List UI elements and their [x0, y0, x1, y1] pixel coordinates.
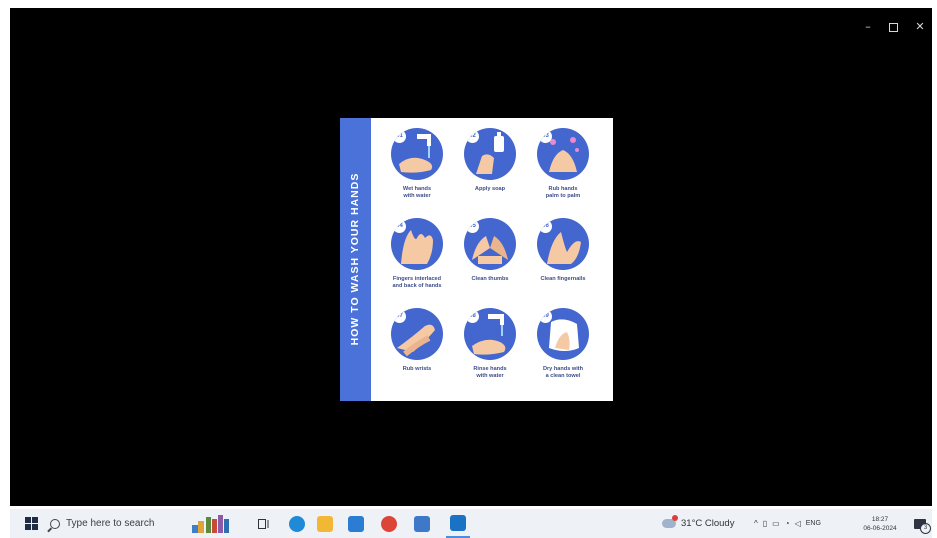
step-card-1: 01 Wet hands with water — [382, 128, 452, 214]
step-illustration: 04 — [391, 218, 443, 270]
step-card-4: 04 Fingers interlaced and back of hands — [382, 218, 452, 304]
step-caption: Rinse hands with water — [473, 366, 507, 379]
media-icon[interactable] — [446, 509, 470, 538]
start-button[interactable] — [20, 509, 42, 538]
step-card-8: 08 Rinse hands with water — [455, 308, 525, 394]
step-illustration: 09 — [537, 308, 589, 360]
network-icon[interactable]: ▯ — [763, 519, 767, 528]
step-number: 08 — [466, 310, 479, 323]
mail-icon[interactable] — [345, 509, 367, 538]
step-illustration: 06 — [537, 218, 589, 270]
language-indicator[interactable]: ENG — [806, 520, 821, 527]
notification-count: 3 — [920, 522, 931, 534]
desktop-screen: – ✕ HOW TO WASH YOUR HANDS 01 Wet hands … — [0, 0, 937, 538]
step-illustration: 05 — [464, 218, 516, 270]
step-number: 01 — [393, 130, 406, 143]
step-caption: Rub hands palm to palm — [545, 186, 581, 199]
task-view-icon[interactable] — [255, 509, 273, 538]
search-placeholder: Type here to search — [66, 518, 155, 529]
step-caption: Clean thumbs — [471, 276, 509, 282]
weather-widget[interactable]: 31°C Cloudy — [662, 509, 748, 538]
step-illustration: 07 — [391, 308, 443, 360]
file-explorer-icon[interactable] — [314, 509, 336, 538]
step-number: 03 — [539, 130, 552, 143]
notification-center-icon[interactable]: 3 — [910, 509, 931, 538]
system-tray: ^ ▯ ▭ ◔ ◁ ENG — [754, 509, 854, 538]
bookshelf-widget-icon[interactable] — [188, 509, 234, 538]
step-number: 07 — [393, 310, 406, 323]
step-illustration: 01 — [391, 128, 443, 180]
clock-date: 06-06-2024 — [863, 524, 897, 532]
chevron-up-icon[interactable]: ^ — [754, 519, 758, 528]
step-illustration: 03 — [537, 128, 589, 180]
cloudy-weather-icon — [662, 515, 678, 528]
step-card-6: 06 Clean fingernails — [528, 218, 598, 304]
step-number: 06 — [539, 220, 552, 233]
step-number: 05 — [466, 220, 479, 233]
taskbar-search-box[interactable]: Type here to search — [46, 509, 183, 538]
onedrive-icon[interactable]: ▭ — [772, 519, 780, 528]
maximize-icon[interactable] — [886, 20, 900, 34]
windows-logo-icon — [24, 517, 38, 530]
photos-icon[interactable] — [411, 509, 433, 538]
step-illustration: 08 — [464, 308, 516, 360]
step-caption: Wet hands with water — [402, 186, 432, 199]
clock-time: 18:27 — [871, 515, 889, 523]
minimize-icon[interactable]: – — [861, 20, 875, 34]
chrome-icon[interactable] — [378, 509, 400, 538]
step-caption: Apply soap — [474, 186, 506, 192]
step-card-5: 05 Clean thumbs — [455, 218, 525, 304]
search-icon — [50, 518, 60, 529]
step-caption: Rub wrists — [402, 366, 432, 372]
close-icon[interactable]: ✕ — [913, 20, 927, 34]
step-card-2: 02 Apply soap — [455, 128, 525, 214]
step-card-3: 03 Rub hands palm to palm — [528, 128, 598, 214]
step-number: 04 — [393, 220, 406, 233]
taskbar: Type here to search 31°C Cloudy ^ ▯ ▭ ◔ … — [10, 509, 932, 538]
step-number: 09 — [539, 310, 552, 323]
step-number: 02 — [466, 130, 479, 143]
step-card-9: 09 Dry hands with a clean towel — [528, 308, 598, 394]
poster-title: HOW TO WASH YOUR HANDS — [349, 172, 361, 346]
step-illustration: 02 — [464, 128, 516, 180]
step-caption: Fingers interlaced and back of hands — [392, 276, 442, 289]
weather-text: 31°C Cloudy — [681, 518, 735, 529]
volume-icon[interactable]: ◁ — [795, 519, 801, 528]
step-caption: Dry hands with a clean towel — [542, 366, 584, 379]
step-caption: Clean fingernails — [540, 276, 586, 282]
edge-icon[interactable] — [286, 509, 308, 538]
wifi-icon[interactable]: ◔ — [785, 519, 790, 528]
clock[interactable]: 18:27 06-06-2024 — [856, 509, 904, 538]
step-card-7: 07 Rub wrists — [382, 308, 452, 394]
handwashing-poster: HOW TO WASH YOUR HANDS 01 Wet hands with… — [340, 118, 613, 401]
